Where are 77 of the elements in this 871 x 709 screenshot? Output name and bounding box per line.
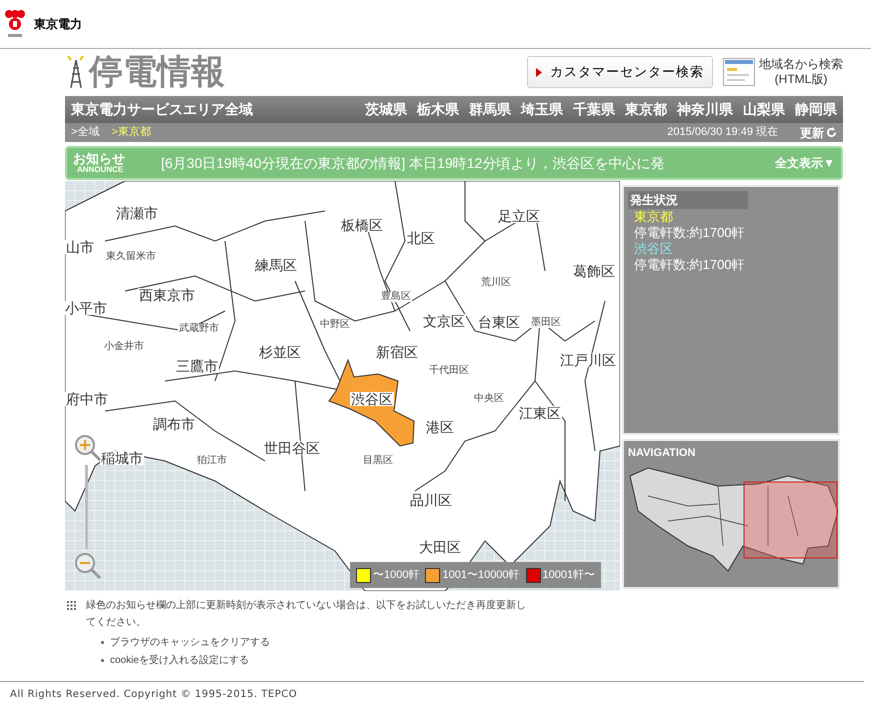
district-label[interactable]: 品川区 (409, 493, 453, 507)
district-label[interactable]: 目黒区 (362, 456, 394, 466)
district-label[interactable]: 小金井市 (103, 342, 145, 352)
customer-center-button[interactable]: カスタマーセンター検索 (527, 56, 713, 88)
district-label[interactable]: 杉並区 (258, 345, 302, 359)
copyright-text: All Rights Reserved. Copyright © 1995-2015. TEPCO (10, 688, 298, 702)
district-label[interactable]: 板橋区 (340, 218, 384, 232)
zoom-in-icon[interactable] (73, 433, 103, 463)
district-label[interactable]: 小平市 (64, 301, 108, 315)
prefecture-link[interactable]: 千葉県 (573, 99, 615, 120)
district-label[interactable]: 山市 (65, 240, 95, 254)
district-label[interactable]: 稲城市 (100, 451, 144, 465)
bullet-icon (101, 641, 104, 644)
district-label[interactable]: 豊島区 (380, 292, 412, 302)
help-link[interactable]: cookieを受け入れる設定にする (110, 653, 249, 668)
district-label[interactable]: 渋谷区 (350, 392, 394, 406)
district-label[interactable]: 江戸川区 (559, 353, 617, 367)
refresh-icon (826, 127, 837, 138)
legend-label: 1001〜10000軒 (442, 568, 520, 583)
district-label[interactable]: 清瀬市 (115, 206, 159, 220)
district-label[interactable]: 中野区 (319, 320, 351, 330)
district-label[interactable]: 三鷹市 (175, 359, 219, 373)
prefecture-link[interactable]: 栃木県 (417, 99, 459, 120)
district-label[interactable]: 葛飾区 (572, 264, 616, 278)
district-label[interactable]: 文京区 (422, 314, 466, 328)
district-label[interactable]: 荒川区 (480, 278, 512, 288)
prefecture-link[interactable]: 神奈川県 (677, 99, 733, 120)
district-label[interactable]: 府中市 (65, 392, 109, 406)
prefecture-link[interactable]: 茨城県 (365, 99, 407, 120)
district-label[interactable]: 西東京市 (138, 288, 196, 302)
district-label[interactable]: 新宿区 (375, 345, 419, 359)
district-label[interactable]: 足立区 (497, 209, 541, 223)
district-label[interactable]: 狛江市 (196, 456, 228, 466)
prefecture-link[interactable]: 東京都 (625, 99, 667, 120)
district-label[interactable]: 江東区 (518, 406, 562, 420)
announce-subtitle: ANNOUNCE (77, 166, 124, 174)
district-label[interactable]: 世田谷区 (263, 441, 321, 455)
district-label[interactable]: 墨田区 (530, 318, 562, 328)
district-label[interactable]: 千代田区 (428, 366, 470, 376)
announce-text: [6月30日19時40分現在の東京都の情報] 本日19時12分頃より，渋谷区を中心に発 (161, 154, 666, 173)
district-label[interactable]: 武蔵野市 (178, 324, 220, 334)
prefecture-link[interactable]: 山梨県 (743, 99, 785, 120)
triangle-icon (536, 68, 542, 76)
district-label[interactable]: 大田区 (418, 540, 462, 554)
district-label[interactable]: 港区 (425, 420, 455, 434)
district-label[interactable]: 練馬区 (254, 258, 298, 272)
area-name: 東京都 (634, 209, 674, 225)
notice-text: 緑色のお知らせ欄の上部に更新時刻が表示されていない場合は、以下をお試しいただき再度更新してください。 (86, 598, 526, 630)
page-title: 停電情報 (89, 55, 225, 89)
service-area-link[interactable]: 東京電力サービスエリア全域 (71, 99, 253, 120)
tokyo-minimap-drawing[interactable] (628, 466, 838, 574)
help-link[interactable]: ブラウザのキャッシュをクリアする (110, 635, 270, 650)
logo-icon (4, 9, 26, 39)
window-icon (723, 58, 755, 86)
area-search-link[interactable]: 地域名から検索 (HTML版) (759, 57, 843, 87)
timestamp: 2015/06/30 19:49 現在 (667, 125, 778, 140)
district-label[interactable]: 北区 (406, 231, 436, 245)
district-label[interactable]: 東久留米市 (105, 252, 157, 262)
bullet-icon (101, 659, 104, 662)
outage-count: 停電軒数:約1700軒 (634, 225, 746, 241)
district-label[interactable]: 中央区 (473, 394, 505, 404)
outage-count: 停電軒数:約1700軒 (634, 257, 746, 273)
district-label[interactable]: 調布市 (152, 417, 196, 431)
logo-text: 東京電力 (34, 16, 82, 33)
district-label[interactable]: 台東区 (477, 315, 521, 329)
zoom-out-icon[interactable] (73, 551, 103, 581)
zoom-slider-track[interactable] (85, 465, 88, 549)
status-title: 発生状況 (628, 191, 748, 209)
prefecture-link[interactable]: 埼玉県 (521, 99, 563, 120)
legend-label: 10001軒〜 (542, 568, 596, 583)
area-name: 渋谷区 (634, 241, 674, 257)
grid-icon (67, 601, 76, 610)
prefecture-link[interactable]: 静岡県 (795, 99, 837, 120)
prefecture-link[interactable]: 群馬県 (469, 99, 511, 120)
navigation-title: NAVIGATION (628, 446, 696, 461)
legend-label: 〜1000軒 (373, 568, 420, 583)
announce-title: お知らせ (73, 152, 126, 165)
